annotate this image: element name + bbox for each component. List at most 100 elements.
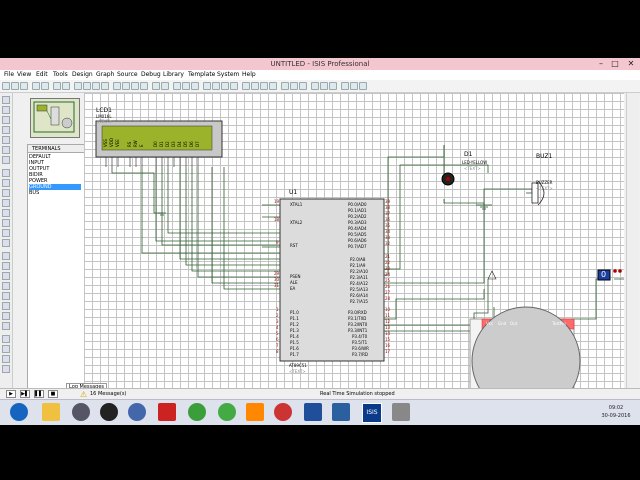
save-icon[interactable] (20, 82, 28, 90)
chrome-icon[interactable] (188, 403, 206, 421)
search-tag-icon[interactable] (290, 82, 298, 90)
block-move-icon[interactable] (212, 82, 220, 90)
menu-system[interactable]: System (215, 70, 241, 80)
block-copy-icon[interactable] (203, 82, 211, 90)
erc-icon[interactable] (350, 82, 358, 90)
paste-icon[interactable] (191, 82, 199, 90)
pan-icon[interactable] (101, 82, 109, 90)
area-icon[interactable] (62, 82, 70, 90)
redraw-icon[interactable] (74, 82, 82, 90)
vertical-scrollbar[interactable] (626, 93, 639, 419)
wire-label-icon[interactable] (2, 126, 10, 134)
property-tool-icon[interactable] (299, 82, 307, 90)
maximize-button[interactable]: □ (608, 59, 622, 69)
make-device-icon[interactable] (251, 82, 259, 90)
close-button[interactable]: ✕ (624, 59, 638, 69)
mirror-x-icon[interactable] (2, 355, 10, 363)
rotate-cw-icon[interactable] (2, 335, 10, 343)
bom-icon[interactable] (341, 82, 349, 90)
decompose-icon[interactable] (269, 82, 277, 90)
text-script-icon[interactable] (2, 136, 10, 144)
menu-debug[interactable]: Debug (139, 70, 163, 80)
cut-icon[interactable] (173, 82, 181, 90)
overview-window[interactable] (30, 98, 80, 138)
stop-button[interactable]: ■ (48, 390, 58, 398)
utorrent-icon[interactable] (218, 403, 236, 421)
block-delete-icon[interactable] (230, 82, 238, 90)
arc-2d-icon[interactable] (2, 282, 10, 290)
print-icon[interactable] (53, 82, 61, 90)
mirror-y-icon[interactable] (2, 365, 10, 373)
terminal-item-bus[interactable]: BUS (29, 190, 39, 196)
menu-graph[interactable]: Graph (94, 70, 116, 80)
circle-2d-icon[interactable] (2, 272, 10, 280)
import-icon[interactable] (32, 82, 40, 90)
component-mode-icon[interactable] (2, 106, 10, 114)
window-icon[interactable] (392, 403, 410, 421)
clock[interactable]: 09:02 30-09-2016 (594, 404, 638, 420)
bus-icon[interactable] (2, 146, 10, 154)
line-2d-icon[interactable] (2, 252, 10, 260)
generator-icon[interactable] (2, 209, 10, 217)
keil-icon[interactable] (332, 403, 350, 421)
packaging-icon[interactable] (260, 82, 268, 90)
word-icon[interactable] (304, 403, 322, 421)
menu-edit[interactable]: Edit (34, 70, 50, 80)
subcircuit-icon[interactable] (2, 156, 10, 164)
wire-autorouter-icon[interactable] (281, 82, 289, 90)
menu-tools[interactable]: Tools (51, 70, 70, 80)
play-button[interactable]: ▶ (6, 390, 16, 398)
start-icon[interactable] (10, 403, 28, 421)
path-2d-icon[interactable] (2, 292, 10, 300)
export-icon[interactable] (41, 82, 49, 90)
pin-mode-icon[interactable] (2, 179, 10, 187)
pick-device-icon[interactable] (242, 82, 250, 90)
zoom-in-icon[interactable] (113, 82, 121, 90)
remove-sheet-icon[interactable] (320, 82, 328, 90)
junction-icon[interactable] (2, 116, 10, 124)
app-icon[interactable] (100, 403, 118, 421)
copy-icon[interactable] (182, 82, 190, 90)
origin-icon[interactable] (92, 82, 100, 90)
menu-file[interactable]: File (2, 70, 16, 80)
block-rotate-icon[interactable] (221, 82, 229, 90)
netlist-icon[interactable] (359, 82, 367, 90)
box-2d-icon[interactable] (2, 262, 10, 270)
menu-library[interactable]: Library (161, 70, 186, 80)
virtual-instrument-icon[interactable] (2, 239, 10, 247)
menu-view[interactable]: View (15, 70, 33, 80)
rotate-ccw-icon[interactable] (2, 345, 10, 353)
step-button[interactable]: ▶▌ (20, 390, 30, 398)
menu-source[interactable]: Source (115, 70, 140, 80)
graph-mode-icon[interactable] (2, 189, 10, 197)
selection-mode-icon[interactable] (2, 96, 10, 104)
file-explorer-icon[interactable] (42, 403, 60, 421)
recorder-icon[interactable] (158, 403, 176, 421)
zoom-out-icon[interactable] (122, 82, 130, 90)
undo-icon[interactable] (152, 82, 160, 90)
menu-help[interactable]: Help (240, 70, 258, 80)
isis-taskbar-button[interactable]: ISIS (362, 403, 382, 423)
text-2d-icon[interactable] (2, 302, 10, 310)
logic-toggle-value[interactable]: 0 (601, 270, 606, 280)
terminals-mode-icon[interactable] (2, 169, 10, 177)
pause-button[interactable]: ▌▌ (34, 390, 44, 398)
tool-icon[interactable] (274, 403, 292, 421)
open-icon[interactable] (11, 82, 19, 90)
messages-count[interactable]: 16 Message(s) (90, 391, 126, 397)
grid-icon[interactable] (83, 82, 91, 90)
zoom-all-icon[interactable] (131, 82, 139, 90)
new-icon[interactable] (2, 82, 10, 90)
redo-icon[interactable] (161, 82, 169, 90)
schematic-canvas[interactable]: LCD1 LM016L <TEXT> U1 AT89C51 <TEXT> XTA… (84, 93, 624, 419)
vlc-icon[interactable] (246, 403, 264, 421)
menu-template[interactable]: Template (186, 70, 217, 80)
network-icon[interactable] (128, 403, 146, 421)
marker-2d-icon[interactable] (2, 322, 10, 330)
voltage-probe-icon[interactable] (2, 219, 10, 227)
media-icon[interactable] (72, 403, 90, 421)
current-probe-icon[interactable] (2, 229, 10, 237)
new-sheet-icon[interactable] (311, 82, 319, 90)
exit-parent-icon[interactable] (329, 82, 337, 90)
zoom-area-icon[interactable] (140, 82, 148, 90)
